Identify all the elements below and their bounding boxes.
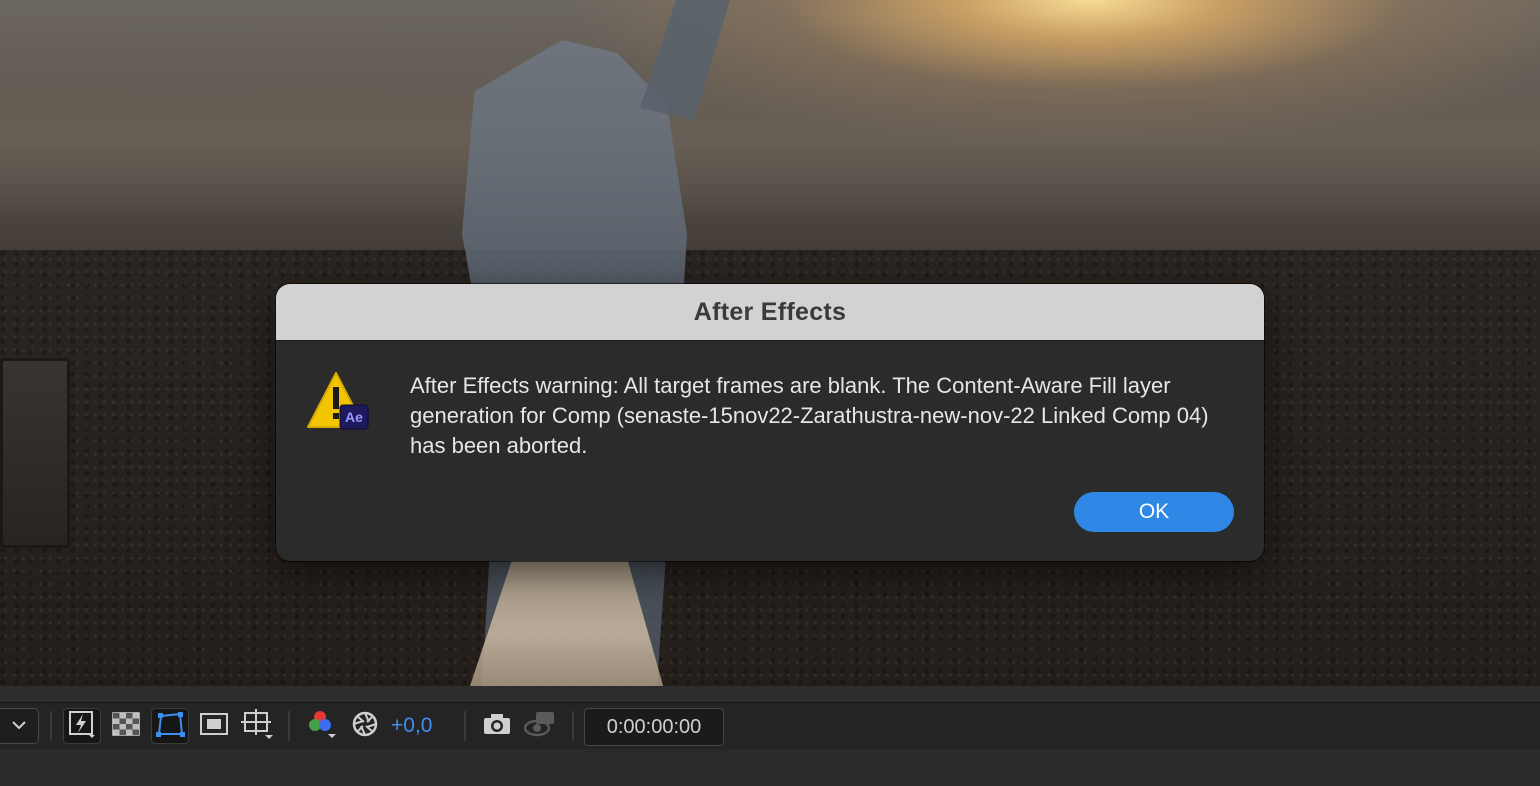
color-management-button[interactable]: [346, 708, 384, 744]
warning-triangle-icon: Ae: [306, 371, 370, 431]
viewer-toolbar: +0,0 0:00:00:00: [0, 702, 1540, 750]
transparency-grid-icon: [112, 711, 140, 741]
fast-previews-icon: [67, 709, 97, 744]
magnification-dropdown[interactable]: [0, 708, 39, 744]
color-management-icon: [351, 710, 379, 743]
snapshot-camera-icon: [482, 712, 512, 741]
mask-path-visibility-button[interactable]: [151, 708, 189, 744]
dialog-titlebar: After Effects: [276, 284, 1264, 341]
take-snapshot-button[interactable]: [478, 708, 516, 744]
title-action-safe-button[interactable]: [238, 708, 276, 744]
toolbar-separator: [464, 711, 466, 741]
transparency-grid-button[interactable]: [107, 708, 145, 744]
ae-badge-label: Ae: [345, 409, 363, 425]
region-of-interest-button[interactable]: [195, 708, 233, 744]
viewer-haze: [0, 60, 1540, 220]
warning-dialog: After Effects Ae After Effects warning: …: [276, 284, 1264, 561]
dialog-title: After Effects: [693, 297, 847, 326]
chevron-down-icon: [11, 717, 27, 735]
title-action-safe-icon: [241, 708, 273, 745]
dialog-body: Ae After Effects warning: All target fra…: [276, 341, 1264, 561]
fast-previews-button[interactable]: [63, 708, 101, 744]
exposure-value[interactable]: +0,0: [391, 714, 432, 738]
region-of-interest-icon: [199, 712, 229, 741]
toolbar-separator: [288, 711, 290, 741]
dialog-message: After Effects warning: All target frames…: [410, 373, 1209, 458]
ok-button[interactable]: OK: [1074, 492, 1234, 532]
current-time-display[interactable]: 0:00:00:00: [584, 708, 724, 746]
show-snapshot-icon: [523, 710, 556, 743]
color-channels-button[interactable]: [302, 708, 340, 744]
toolbar-separator: [572, 711, 574, 741]
toolbar-separator: [50, 711, 52, 741]
viewer-bottom-strip: [0, 686, 1540, 702]
color-channels-icon: [304, 708, 338, 745]
mask-path-visibility-icon: [155, 710, 185, 743]
panel-bottom-strip: [0, 749, 1540, 786]
show-snapshot-button[interactable]: [521, 708, 559, 744]
viewer-picture-frame: [0, 358, 70, 548]
